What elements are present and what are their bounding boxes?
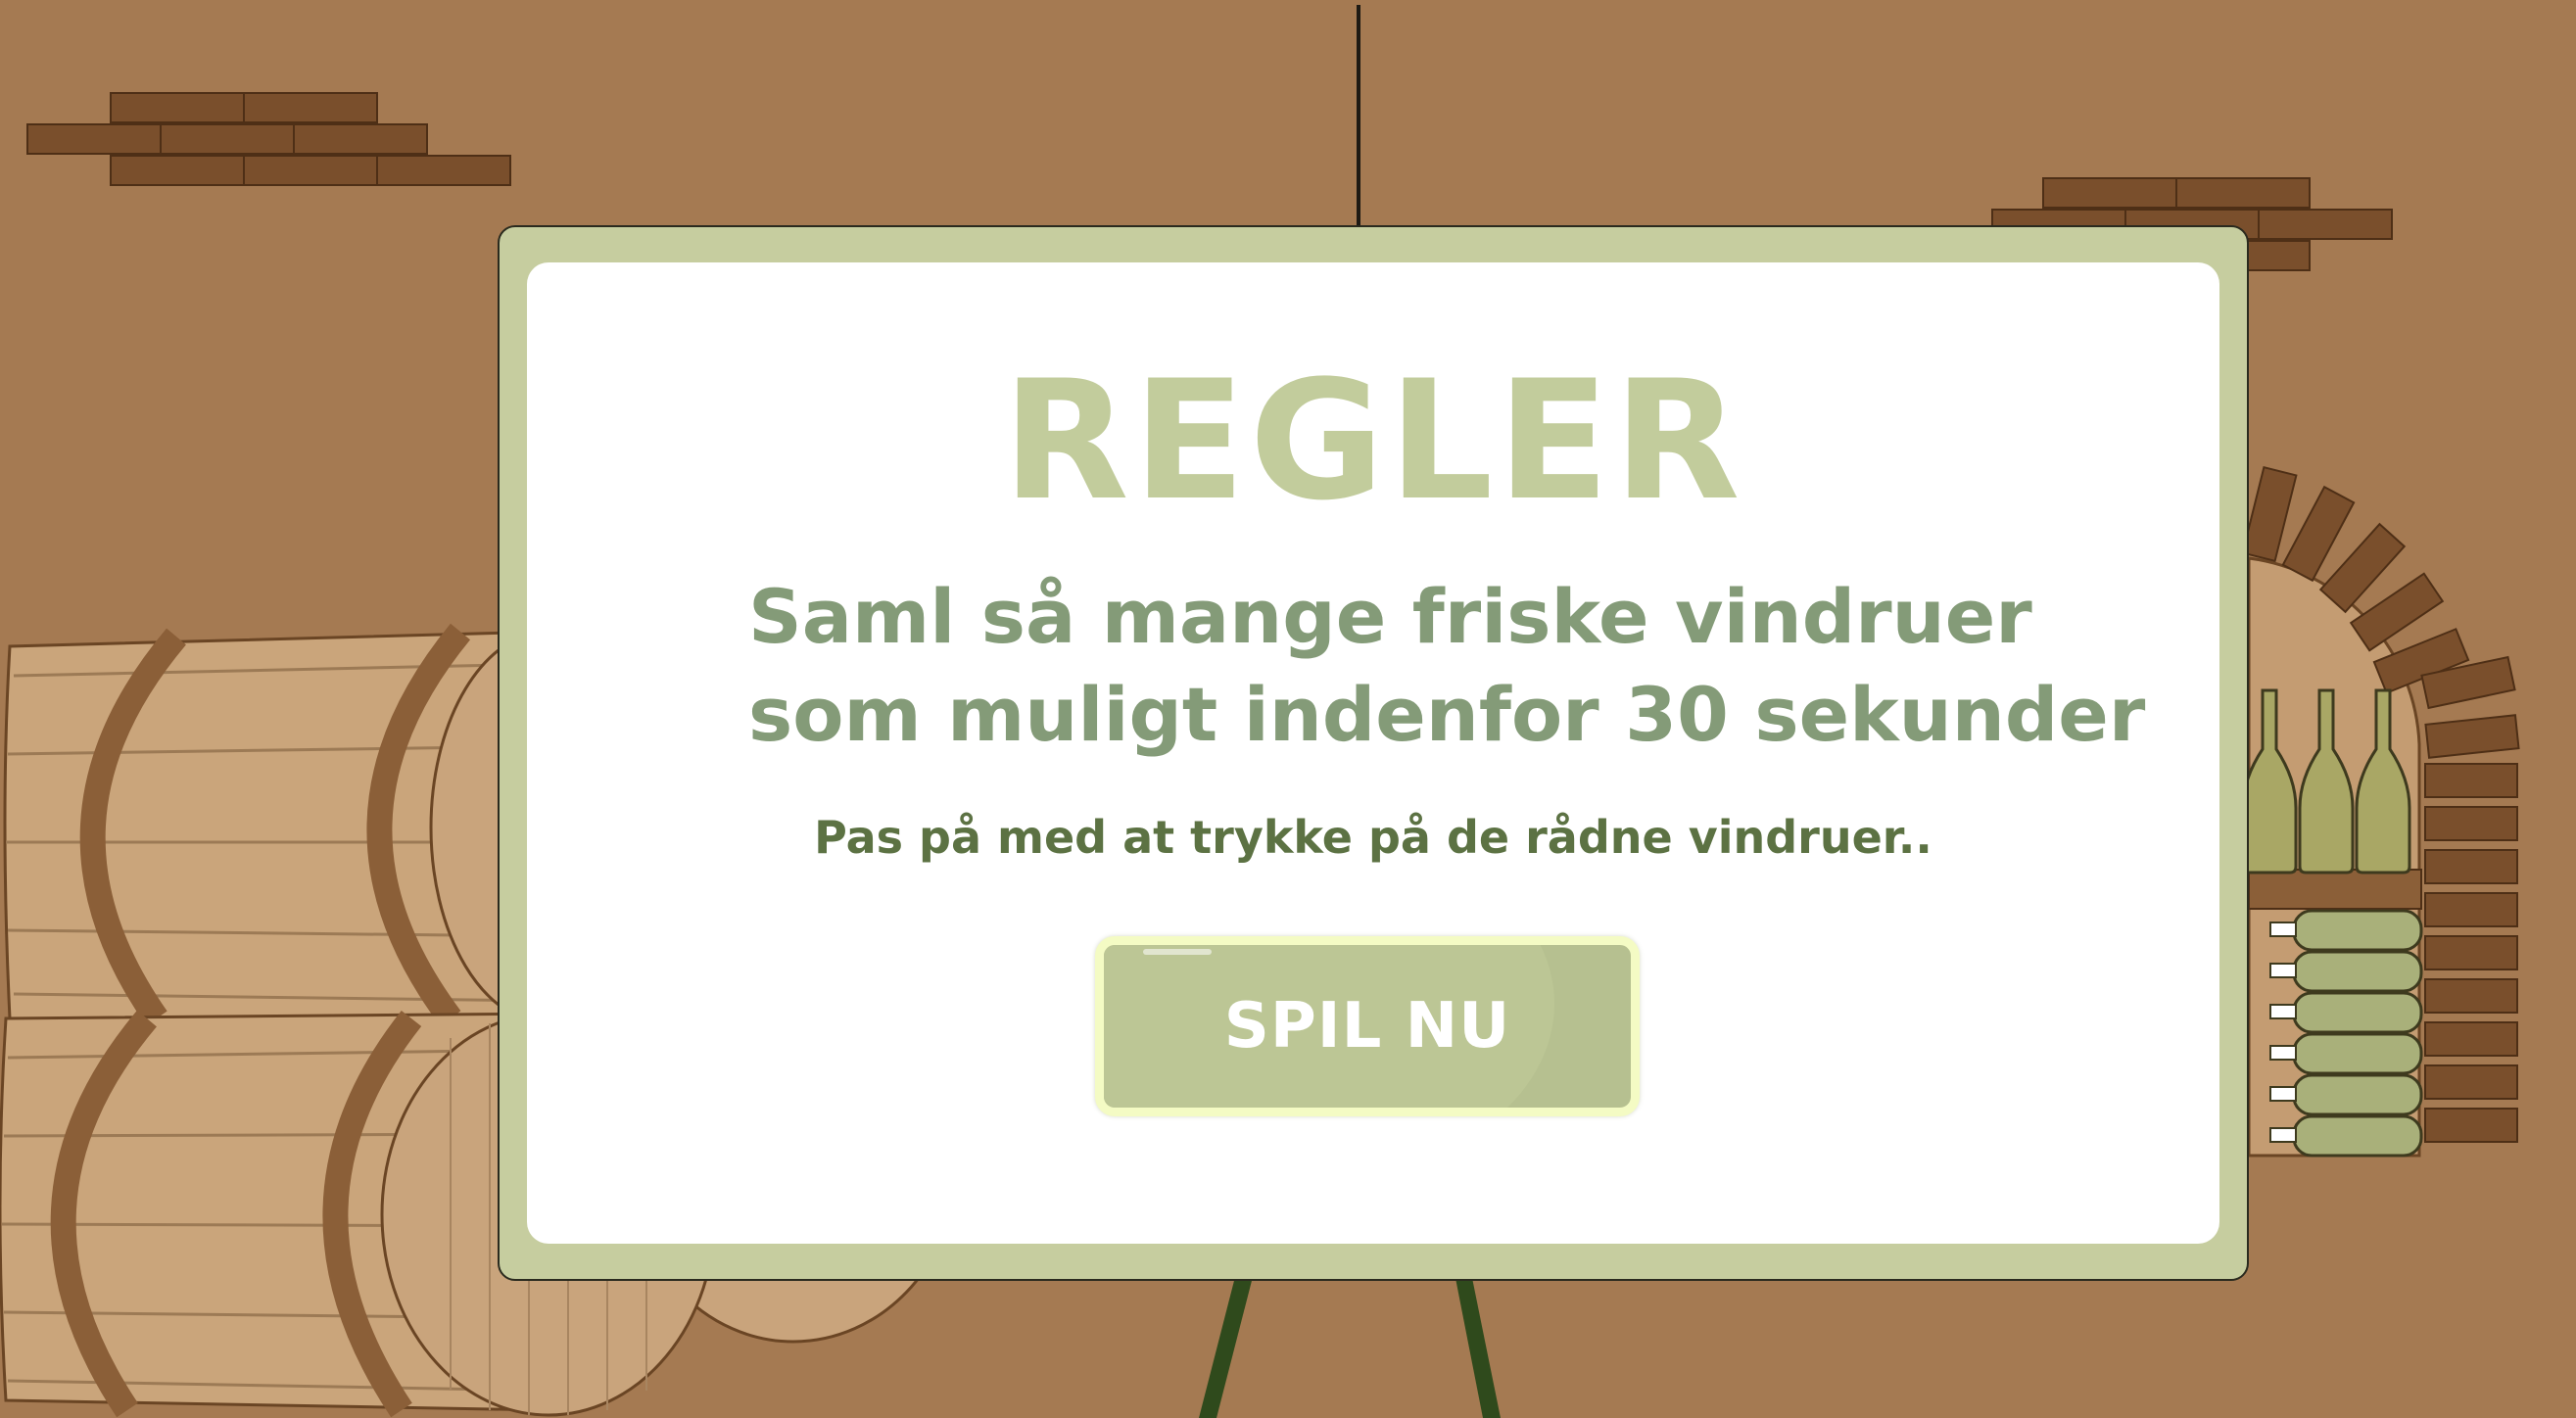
play-now-label: SPIL NU [1223, 990, 1511, 1063]
rules-title: REGLER [1002, 345, 1744, 537]
play-now-button[interactable]: SPIL NU [1095, 936, 1640, 1116]
rules-panel: REGLER Saml så mange friske vindruer som… [527, 262, 2219, 1244]
rotten-grapes-warning: Pas på med at trykke på de rådne vindrue… [814, 811, 1932, 864]
easel-legs [1199, 1273, 1501, 1418]
bricks-top-left [26, 92, 511, 186]
rules-instruction: Saml så mange friske vindruer som muligt… [748, 568, 2145, 764]
rules-board: REGLER Saml så mange friske vindruer som… [498, 225, 2249, 1281]
wine-niche [2241, 466, 2520, 1158]
instruction-line: Saml så mange friske vindruer [748, 573, 2032, 660]
instruction-line: som muligt indenfor 30 sekunder [748, 671, 2146, 758]
